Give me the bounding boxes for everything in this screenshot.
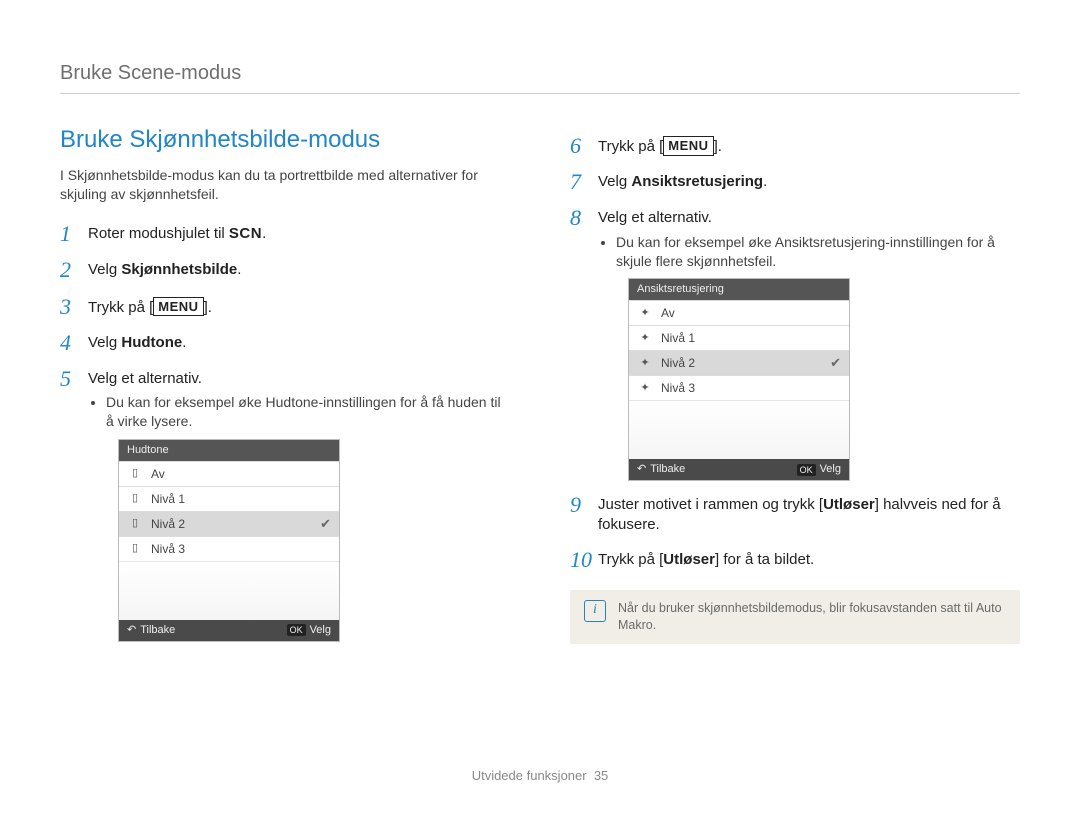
step-text: Trykk på [: [598, 551, 663, 568]
column-right: 6 Trykk på [MENU]. 7 Velg Ansiktsretusje…: [570, 124, 1020, 654]
step-note: Du kan for eksempel øke Ansiktsretusjeri…: [616, 233, 1020, 271]
step-3: 3 Trykk på [MENU].: [60, 295, 510, 319]
step-text: Velg et alternativ.: [88, 370, 202, 387]
step-number: 10: [570, 548, 598, 572]
camera-menu-hudtone: Hudtone ▯Av ▯Nivå 1 ▯Nivå 2✔ ▯Nivå 3 ↶Ti…: [118, 439, 340, 642]
step-7: 7 Velg Ansiktsretusjering.: [570, 170, 1020, 194]
section-title: Bruke Skjønnhetsbilde-modus: [60, 124, 510, 156]
step-text: Velg: [88, 334, 121, 351]
ok-icon: OK: [797, 464, 816, 476]
back-icon: ↶: [637, 462, 646, 477]
step-number: 2: [60, 258, 88, 282]
step-number: 9: [570, 493, 598, 517]
breadcrumb: Bruke Scene-modus: [60, 60, 1020, 94]
step-number: 4: [60, 331, 88, 355]
step-4: 4 Velg Hudtone.: [60, 331, 510, 355]
ok-icon: OK: [287, 624, 306, 636]
cam-row-selected: ✦Nivå 2✔: [629, 350, 849, 375]
cam-row-selected: ▯Nivå 2✔: [119, 511, 339, 536]
step-note: Du kan for eksempel øke Hudtone-innstill…: [106, 393, 510, 431]
cam-row: ▯Nivå 3: [119, 536, 339, 561]
menu-button-label: MENU: [153, 297, 203, 317]
cam-title: Hudtone: [119, 440, 339, 461]
level-off-icon: ▯: [127, 466, 143, 481]
column-left: Bruke Skjønnhetsbilde-modus I Skjønnhets…: [60, 124, 510, 654]
retouch-3-icon: ✦: [637, 381, 653, 396]
back-icon: ↶: [127, 623, 136, 638]
retouch-off-icon: ✦: [637, 306, 653, 321]
page-footer: Utvidede funksjoner 35: [0, 767, 1080, 785]
step-10: 10 Trykk på [Utløser] for å ta bildet.: [570, 548, 1020, 572]
camera-menu-ansiktsretusjering: Ansiktsretusjering ✦Av ✦Nivå 1 ✦Nivå 2✔ …: [628, 278, 850, 481]
cam-row: ✦Nivå 3: [629, 375, 849, 400]
menu-button-label: MENU: [663, 136, 713, 156]
step-number: 3: [60, 295, 88, 319]
step-number: 6: [570, 134, 598, 158]
retouch-2-icon: ✦: [637, 356, 653, 371]
cam-title: Ansiktsretusjering: [629, 279, 849, 300]
cam-row: ✦Av: [629, 300, 849, 325]
step-text: Velg: [598, 173, 631, 190]
cam-footer: ↶Tilbake OKVelg: [629, 459, 849, 480]
check-icon: ✔: [830, 354, 841, 372]
cam-row: ▯Nivå 1: [119, 486, 339, 511]
step-text: Trykk på [: [88, 299, 153, 316]
step-text: Trykk på [: [598, 138, 663, 155]
info-icon: i: [584, 600, 606, 622]
level-2-icon: ▯: [127, 516, 143, 531]
scn-icon: SCN: [229, 225, 262, 242]
level-3-icon: ▯: [127, 541, 143, 556]
step-number: 1: [60, 222, 88, 246]
step-number: 5: [60, 367, 88, 391]
step-text: Velg et alternativ.: [598, 209, 712, 226]
step-text: Velg: [88, 261, 121, 278]
section-intro: I Skjønnhetsbilde-modus kan du ta portre…: [60, 166, 510, 204]
retouch-1-icon: ✦: [637, 331, 653, 346]
check-icon: ✔: [320, 515, 331, 533]
note-text: Når du bruker skjønnhetsbildemodus, blir…: [618, 600, 1006, 634]
info-note: i Når du bruker skjønnhetsbildemodus, bl…: [570, 590, 1020, 644]
step-6: 6 Trykk på [MENU].: [570, 134, 1020, 158]
step-number: 7: [570, 170, 598, 194]
step-5: 5 Velg et alternativ. Du kan for eksempe…: [60, 367, 510, 642]
step-9: 9 Juster motivet i rammen og trykk [Utlø…: [570, 493, 1020, 536]
step-1: 1 Roter modushjulet til SCN.: [60, 222, 510, 246]
cam-footer: ↶Tilbake OKVelg: [119, 620, 339, 641]
step-text: Roter modushjulet til: [88, 225, 229, 242]
step-8: 8 Velg et alternativ. Du kan for eksempe…: [570, 206, 1020, 481]
step-text: Juster motivet i rammen og trykk [: [598, 496, 823, 513]
step-2: 2 Velg Skjønnhetsbilde.: [60, 258, 510, 282]
cam-row: ✦Nivå 1: [629, 325, 849, 350]
cam-row: ▯Av: [119, 461, 339, 486]
step-number: 8: [570, 206, 598, 230]
level-1-icon: ▯: [127, 491, 143, 506]
